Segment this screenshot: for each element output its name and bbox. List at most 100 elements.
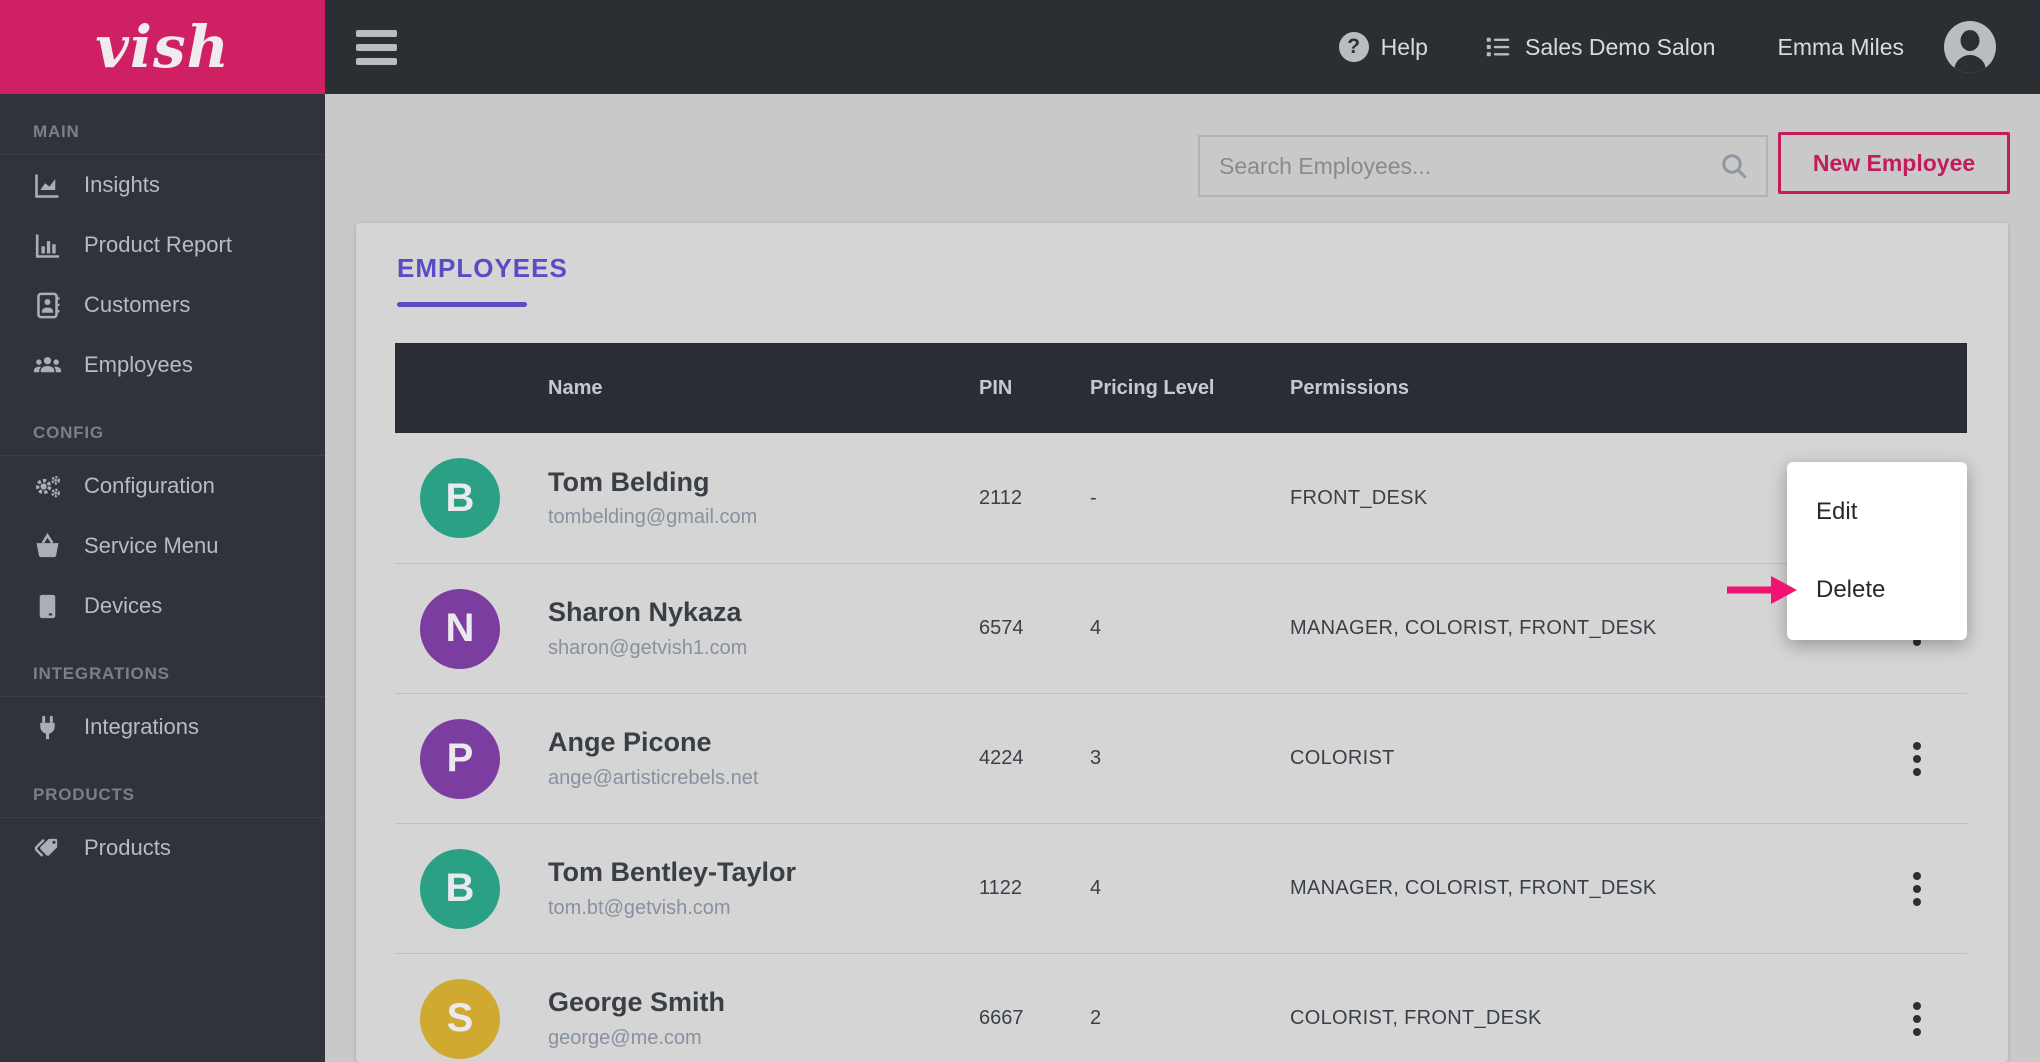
- search-icon[interactable]: [1718, 150, 1750, 182]
- employee-name: Ange Picone: [548, 727, 979, 758]
- sidebar-item-label: Customers: [84, 292, 190, 318]
- table-row: B Tom Bentley-Taylor tom.bt@getvish.com …: [395, 823, 1967, 953]
- employee-pin: 4224: [979, 747, 1090, 770]
- sidebar-section: PRODUCTS Products: [0, 777, 325, 878]
- search-input[interactable]: [1200, 137, 1718, 195]
- sidebar-section-label: INTEGRATIONS: [0, 656, 325, 696]
- sidebar-item-label: Configuration: [84, 473, 215, 499]
- column-header-pricing-level: Pricing Level: [1090, 377, 1290, 400]
- employee-name: Sharon Nykaza: [548, 597, 979, 628]
- employee-pricing-level: 3: [1090, 747, 1290, 770]
- kebab-icon: [1913, 872, 1921, 880]
- column-header-pin: PIN: [979, 377, 1090, 400]
- employee-permissions: MANAGER, COLORIST, FRONT_DESK: [1290, 877, 1887, 900]
- sidebar-item-configuration[interactable]: Configuration: [0, 456, 325, 516]
- employee-avatar: B: [420, 849, 500, 929]
- employee-avatar: B: [420, 458, 500, 538]
- row-menu-button[interactable]: [1895, 989, 1939, 1049]
- topbar-right: ? Help Sales Demo Salon Emma Miles: [1339, 21, 2040, 73]
- sidebar-item-products[interactable]: Products: [0, 818, 325, 878]
- sidebar-item-integrations[interactable]: Integrations: [0, 697, 325, 757]
- sidebar-item-devices[interactable]: Devices: [0, 576, 325, 636]
- new-employee-button[interactable]: New Employee: [1778, 132, 2010, 194]
- employee-pin: 1122: [979, 877, 1090, 900]
- sidebar-item-label: Employees: [84, 352, 193, 378]
- employee-permissions: COLORIST, FRONT_DESK: [1290, 1007, 1887, 1030]
- column-header-permissions: Permissions: [1290, 377, 1887, 400]
- hamburger-bar: [356, 44, 397, 51]
- list-icon: [1483, 32, 1513, 62]
- table-row: P Ange Picone ange@artisticrebels.net 42…: [395, 693, 1967, 823]
- configuration-icon: [32, 471, 63, 502]
- row-context-menu: EditDelete: [1787, 462, 1967, 640]
- service-menu-icon: [32, 531, 63, 562]
- sidebar-section-label: CONFIG: [0, 415, 325, 455]
- employee-pricing-level: 2: [1090, 1007, 1290, 1030]
- menu-toggle-button[interactable]: [356, 30, 397, 65]
- table-row: B Tom Belding tombelding@gmail.com 2112 …: [395, 433, 1967, 563]
- person-icon: [1961, 30, 1980, 51]
- table-row: N Sharon Nykaza sharon@getvish1.com 6574…: [395, 563, 1967, 693]
- employee-pricing-level: -: [1090, 487, 1290, 510]
- sidebar-item-label: Products: [84, 835, 171, 861]
- integrations-icon: [32, 712, 63, 743]
- row-menu-button[interactable]: [1895, 859, 1939, 919]
- sidebar-section-label: MAIN: [0, 114, 325, 154]
- row-menu-button[interactable]: [1895, 729, 1939, 789]
- vish-logo[interactable]: vish: [0, 0, 325, 94]
- employee-name: George Smith: [548, 987, 979, 1018]
- employee-avatar: S: [420, 979, 500, 1059]
- devices-icon: [32, 591, 63, 622]
- help-button[interactable]: ? Help: [1339, 32, 1428, 62]
- hamburger-bar: [356, 30, 397, 37]
- table-body: B Tom Belding tombelding@gmail.com 2112 …: [395, 433, 1967, 1062]
- insights-icon: [32, 170, 63, 201]
- sidebar-item-label: Devices: [84, 593, 162, 619]
- topbar: vish ? Help Sales Demo Salon Emma Miles: [0, 0, 2040, 94]
- employee-permissions: COLORIST: [1290, 747, 1887, 770]
- tab-employees[interactable]: EMPLOYEES: [397, 253, 568, 284]
- employee-email: sharon@getvish1.com: [548, 637, 979, 660]
- employees-table: Name PIN Pricing Level Permissions B Tom…: [395, 343, 1967, 1062]
- employee-avatar: P: [420, 719, 500, 799]
- app-screen: vish ? Help Sales Demo Salon Emma Miles: [0, 0, 2040, 1062]
- employee-search: [1198, 135, 1768, 197]
- context-menu-item-delete[interactable]: Delete: [1787, 551, 1967, 629]
- employee-pin: 2112: [979, 487, 1090, 510]
- sidebar-item-insights[interactable]: Insights: [0, 155, 325, 215]
- employee-pricing-level: 4: [1090, 617, 1290, 640]
- sidebar-item-service-menu[interactable]: Service Menu: [0, 516, 325, 576]
- tab-indicator: [397, 302, 527, 307]
- table-header: Name PIN Pricing Level Permissions: [395, 343, 1967, 433]
- table-row: S George Smith george@me.com 6667 2 COLO…: [395, 953, 1967, 1062]
- employees-card: EMPLOYEES Name PIN Pricing Level Permiss…: [356, 223, 2008, 1062]
- context-menu-item-edit[interactable]: Edit: [1787, 473, 1967, 551]
- employee-email: tom.bt@getvish.com: [548, 897, 979, 920]
- sidebar-item-customers[interactable]: Customers: [0, 275, 325, 335]
- column-header-name: Name: [548, 377, 979, 400]
- kebab-icon: [1913, 742, 1921, 750]
- employee-avatar: N: [420, 589, 500, 669]
- employee-name: Tom Belding: [548, 467, 979, 498]
- hamburger-bar: [356, 58, 397, 65]
- employee-email: tombelding@gmail.com: [548, 506, 979, 529]
- sidebar-item-employees[interactable]: Employees: [0, 335, 325, 395]
- sidebar-section-label: PRODUCTS: [0, 777, 325, 817]
- salon-selector[interactable]: Sales Demo Salon: [1483, 32, 1716, 62]
- products-icon: [32, 833, 63, 864]
- sidebar-section: CONFIG Configuration Service Menu Devices: [0, 415, 325, 636]
- employee-email: ange@artisticrebels.net: [548, 767, 979, 790]
- employees-icon: [32, 350, 63, 381]
- sidebar-item-label: Insights: [84, 172, 160, 198]
- sidebar-section: MAIN Insights Product Report Customers Emplo…: [0, 114, 325, 395]
- help-icon: ?: [1339, 32, 1369, 62]
- user-avatar-button[interactable]: [1944, 21, 1996, 73]
- employee-pin: 6667: [979, 1007, 1090, 1030]
- employee-name: Tom Bentley-Taylor: [548, 857, 979, 888]
- kebab-icon: [1913, 1002, 1921, 1010]
- sidebar-item-label: Product Report: [84, 232, 232, 258]
- sidebar-item-product-report[interactable]: Product Report: [0, 215, 325, 275]
- help-label: Help: [1381, 34, 1428, 61]
- customers-icon: [32, 290, 63, 321]
- product-report-icon: [32, 230, 63, 261]
